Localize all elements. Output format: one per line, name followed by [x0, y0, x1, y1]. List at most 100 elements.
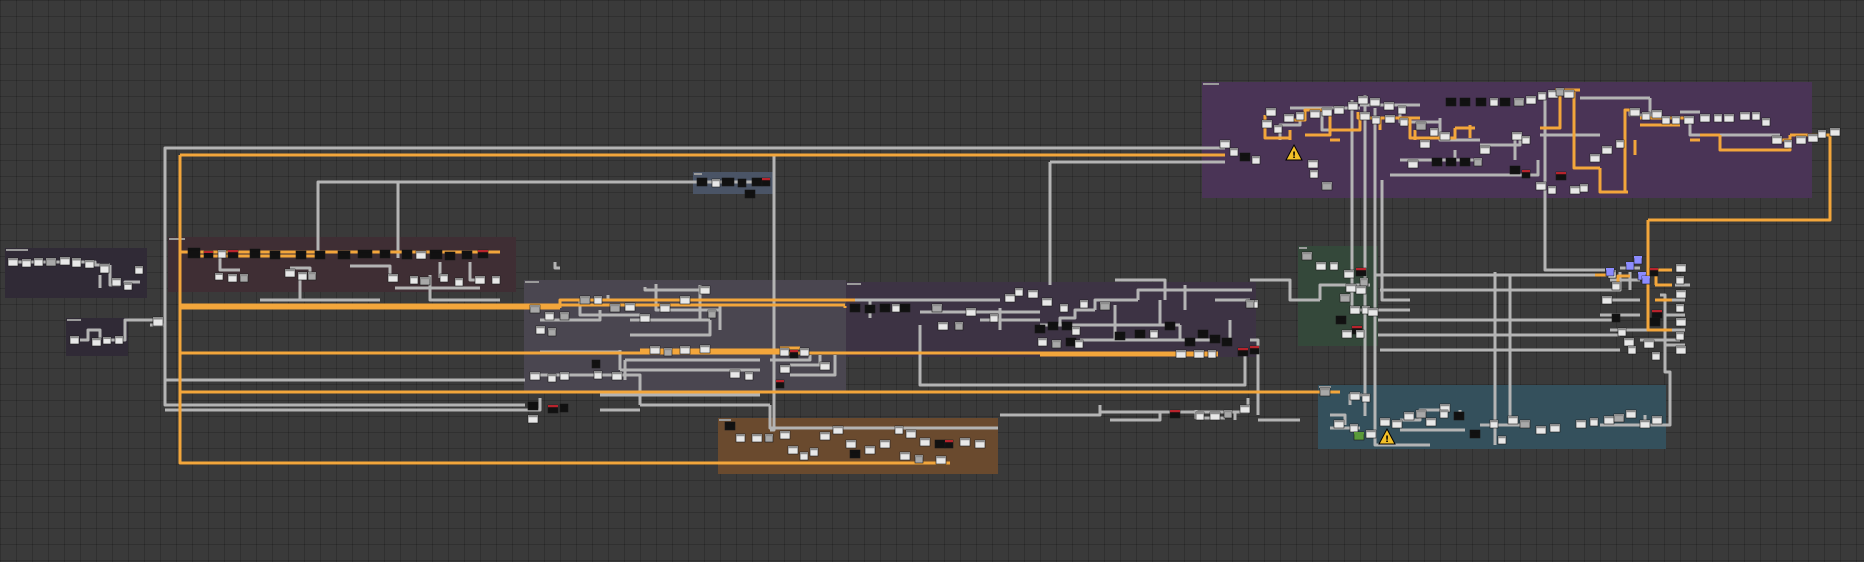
graph-node[interactable] [1675, 345, 1687, 355]
graph-node[interactable] [1273, 124, 1283, 134]
graph-node[interactable] [1197, 329, 1209, 339]
graph-node[interactable] [1295, 111, 1305, 121]
graph-node[interactable] [1014, 287, 1024, 297]
graph-node[interactable] [1355, 267, 1367, 277]
graph-node[interactable] [775, 379, 785, 389]
graph-node[interactable] [1651, 309, 1663, 319]
graph-node[interactable] [1357, 95, 1369, 105]
graph-node[interactable] [1184, 337, 1196, 347]
graph-node[interactable] [1237, 347, 1249, 357]
graph-node[interactable] [474, 275, 486, 285]
graph-node[interactable] [919, 437, 931, 447]
graph-node[interactable] [899, 303, 911, 313]
graph-node[interactable] [1371, 115, 1381, 125]
graph-node[interactable] [45, 257, 57, 267]
graph-node[interactable] [593, 370, 603, 380]
graph-node[interactable] [1349, 423, 1359, 433]
graph-node[interactable] [1339, 293, 1351, 303]
graph-node[interactable] [849, 303, 861, 313]
graph-node[interactable] [559, 403, 569, 413]
graph-node[interactable] [1661, 115, 1671, 125]
graph-node[interactable] [1345, 283, 1357, 293]
graph-node[interactable] [1347, 101, 1359, 111]
graph-node[interactable] [114, 335, 124, 345]
graph-node[interactable] [937, 321, 949, 331]
graph-node[interactable] [1537, 91, 1547, 101]
graph-node[interactable] [1611, 313, 1621, 323]
graph-node[interactable] [409, 275, 419, 285]
graph-node[interactable] [1547, 185, 1557, 195]
graph-node[interactable] [1209, 411, 1221, 421]
graph-node[interactable] [1355, 329, 1365, 339]
graph-node[interactable] [1513, 97, 1525, 107]
graph-node[interactable] [1675, 263, 1687, 273]
graph-node[interactable] [1675, 317, 1687, 327]
graph-node[interactable] [1535, 425, 1547, 435]
graph-node[interactable] [1617, 327, 1627, 337]
graph-node[interactable] [1783, 139, 1793, 149]
graph-node[interactable] [1641, 275, 1651, 285]
graph-node[interactable] [735, 433, 746, 443]
graph-node[interactable] [152, 316, 164, 327]
graph-node[interactable] [744, 371, 754, 381]
graph-node[interactable] [1333, 419, 1345, 429]
graph-node[interactable] [1027, 289, 1039, 299]
graph-node[interactable] [1499, 97, 1511, 107]
graph-node[interactable] [1333, 105, 1345, 115]
graph-node[interactable] [69, 335, 80, 345]
graph-node[interactable] [1047, 321, 1059, 331]
graph-node[interactable] [1321, 107, 1333, 117]
graph-node[interactable] [111, 277, 122, 287]
graph-node[interactable] [1469, 429, 1481, 439]
graph-node[interactable] [1439, 409, 1449, 419]
graph-node[interactable] [761, 177, 771, 187]
graph-node[interactable] [1207, 349, 1217, 359]
graph-node[interactable] [1555, 171, 1567, 181]
graph-node[interactable] [744, 189, 756, 199]
graph-node[interactable] [1319, 387, 1331, 397]
graph-node[interactable] [295, 250, 307, 260]
graph-node[interactable] [461, 250, 473, 260]
graph-node[interactable] [1193, 349, 1205, 359]
graph-node[interactable] [1431, 157, 1443, 167]
graph-node[interactable] [1589, 153, 1601, 163]
graph-node[interactable] [1651, 415, 1663, 425]
graph-node[interactable] [699, 344, 711, 354]
graph-node[interactable] [1601, 145, 1613, 155]
graph-node[interactable] [1335, 315, 1347, 325]
graph-node[interactable] [1563, 89, 1575, 99]
graph-node[interactable] [899, 451, 911, 461]
graph-node[interactable] [1675, 303, 1685, 313]
comment-group[interactable] [718, 418, 998, 474]
graph-node[interactable] [529, 304, 541, 314]
graph-node[interactable] [1065, 337, 1077, 347]
graph-node[interactable] [1353, 431, 1365, 441]
graph-node[interactable] [1625, 409, 1637, 419]
graph-node[interactable] [663, 347, 673, 357]
graph-node[interactable] [711, 178, 721, 188]
graph-node[interactable] [1221, 337, 1233, 347]
graph-node[interactable] [679, 345, 691, 355]
graph-node[interactable] [1425, 417, 1437, 427]
graph-node[interactable] [989, 313, 999, 323]
graph-node[interactable] [659, 303, 671, 313]
graph-node[interactable] [1509, 165, 1521, 175]
graph-node[interactable] [1497, 435, 1507, 445]
graph-node[interactable] [779, 430, 791, 440]
graph-node[interactable] [1511, 131, 1523, 141]
graph-node[interactable] [819, 431, 831, 441]
graph-node[interactable] [1051, 339, 1062, 349]
graph-node[interactable] [1429, 127, 1439, 137]
graph-node[interactable] [1041, 297, 1053, 307]
graph-node[interactable] [1315, 261, 1327, 271]
graph-node[interactable] [1249, 345, 1260, 355]
graph-node[interactable] [639, 313, 651, 323]
graph-node[interactable] [699, 285, 711, 295]
graph-node[interactable] [959, 437, 971, 447]
graph-node[interactable] [1245, 299, 1255, 309]
graph-node[interactable] [1099, 301, 1111, 311]
graph-node[interactable] [1061, 321, 1073, 331]
graph-node[interactable] [21, 258, 32, 268]
graph-node[interactable] [1445, 97, 1457, 107]
graph-node[interactable] [444, 251, 456, 261]
